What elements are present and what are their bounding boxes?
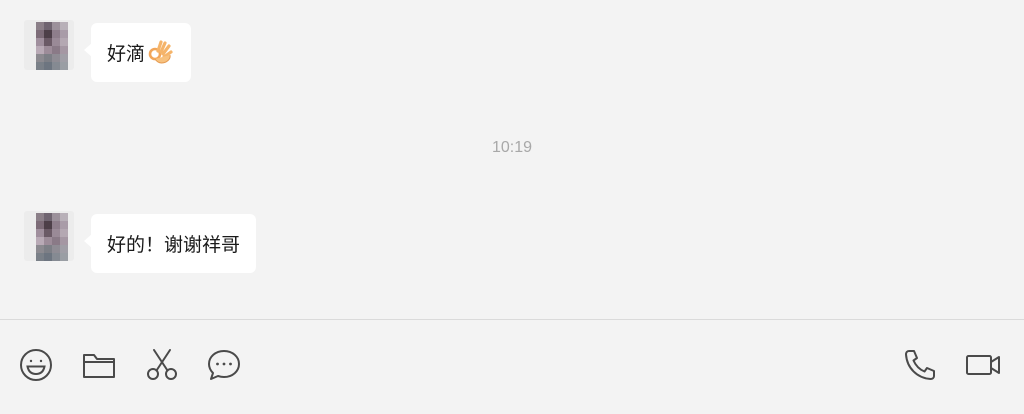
message-text: 好的！谢谢祥哥 — [107, 235, 241, 256]
message-row: 好的！谢谢祥哥 — [0, 211, 600, 274]
emoji-icon[interactable] — [18, 347, 54, 383]
message-row: 好滴 — [0, 20, 600, 83]
message-bubble[interactable]: 好的！谢谢祥哥 — [83, 214, 257, 273]
message-text: 好滴 — [107, 44, 146, 65]
ok-hand-emoji — [147, 39, 175, 67]
message-timestamp: 10:19 — [491, 139, 533, 156]
avatar-image — [36, 213, 68, 261]
folder-icon[interactable] — [81, 347, 117, 383]
chat-history: 好滴 10:19 好的！谢谢祥哥 — [0, 0, 1024, 319]
phone-icon[interactable] — [902, 347, 938, 383]
avatar[interactable] — [24, 211, 74, 261]
chat-bubble-icon[interactable] — [206, 347, 242, 383]
avatar[interactable] — [24, 20, 74, 70]
avatar-image — [36, 22, 68, 70]
scissors-icon[interactable] — [144, 347, 180, 383]
input-toolbar — [0, 320, 1024, 414]
message-bubble[interactable]: 好滴 — [83, 23, 192, 82]
video-call-icon[interactable] — [965, 347, 1001, 383]
